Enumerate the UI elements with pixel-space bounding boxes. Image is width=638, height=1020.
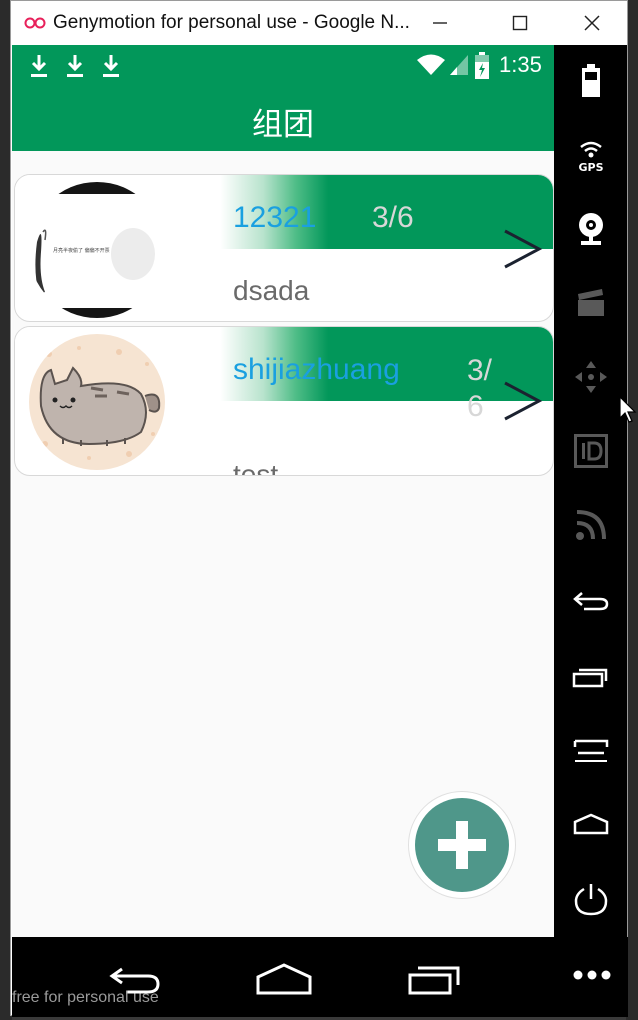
svg-text:GPS: GPS <box>578 161 603 173</box>
close-icon <box>584 15 600 31</box>
genymotion-toolbar: GPS <box>554 45 627 937</box>
watermark-text: free for personal use <box>12 989 159 1006</box>
download-icon <box>103 55 119 77</box>
power-button[interactable] <box>554 869 627 929</box>
home-icon[interactable] <box>254 957 314 997</box>
rss-icon <box>575 510 606 540</box>
download-icon <box>67 55 83 77</box>
app-bar: 组团 <box>12 87 554 151</box>
status-bar: 1:35 <box>12 45 554 87</box>
recents-icon[interactable] <box>404 957 464 997</box>
fab-circle <box>415 798 509 892</box>
page-title: 组团 <box>252 107 314 143</box>
genymotion-logo-icon <box>24 17 46 29</box>
status-time: 1:35 <box>499 52 542 77</box>
group-description: dsada <box>233 275 310 306</box>
webcam-widget-button[interactable] <box>554 199 627 259</box>
genymotion-window: Genymotion for personal use - Google N..… <box>10 0 628 1017</box>
add-icon <box>438 821 486 869</box>
gps-icon: GPS <box>578 141 603 173</box>
group-card[interactable]: 月亮半夜偷了 偏偏不开票 12321 3/6 dsada <box>14 174 554 322</box>
back-button[interactable] <box>554 571 627 631</box>
window-titlebar: Genymotion for personal use - Google N..… <box>11 1 627 45</box>
gps-widget-button[interactable]: GPS <box>554 125 627 185</box>
signal-icon <box>450 55 468 75</box>
group-member-count: 3/6 <box>372 201 414 234</box>
capture-widget-button[interactable] <box>554 273 627 333</box>
close-button[interactable] <box>561 1 623 45</box>
chevron-right-icon[interactable] <box>501 227 545 271</box>
avatar-caption: 月亮半夜偷了 偏偏不开票 <box>53 247 110 254</box>
minimize-icon <box>433 22 447 24</box>
group-card[interactable]: shijiazhuang 3/ 6 test <box>14 326 554 476</box>
home-icon <box>573 813 608 835</box>
id-icon <box>573 434 608 468</box>
power-icon <box>574 884 607 916</box>
back-icon <box>572 592 608 611</box>
group-description: test <box>233 459 279 476</box>
battery-icon <box>581 64 600 97</box>
group-name: shijiazhuang <box>233 353 400 386</box>
minimize-button[interactable] <box>409 1 471 45</box>
menu-button[interactable] <box>554 721 627 781</box>
capture-icon <box>577 289 604 316</box>
menu-icon <box>573 739 608 762</box>
mouse-cursor-icon <box>619 396 637 423</box>
device-id-widget-button[interactable] <box>554 421 627 481</box>
wifi-icon <box>417 54 445 75</box>
maximize-button[interactable] <box>489 1 551 45</box>
group-avatar <box>29 334 165 470</box>
maximize-icon <box>512 15 528 31</box>
add-group-button[interactable] <box>408 791 516 899</box>
chevron-right-icon[interactable] <box>501 379 545 423</box>
group-name: 12321 <box>233 201 317 234</box>
home-button[interactable] <box>554 795 627 855</box>
download-icon <box>31 55 47 77</box>
phone-screen: 1:35 组团 月亮半夜偷了 偏偏不开票 12321 3/6 dsada shi… <box>12 45 554 937</box>
webcam-icon <box>578 213 603 245</box>
battery-icon <box>475 52 489 79</box>
pusheen-avatar-image <box>29 334 165 470</box>
recent-apps-button[interactable] <box>554 647 627 707</box>
android-nav-bar: free for personal use <box>12 937 628 1017</box>
window-title: Genymotion for personal use - Google N..… <box>53 12 410 33</box>
avatar-image: 月亮半夜偷了 偏偏不开票 <box>29 182 165 318</box>
more-icon[interactable] <box>572 965 612 985</box>
network-widget-button[interactable] <box>554 495 627 555</box>
dpad-widget-button[interactable] <box>554 347 627 407</box>
dpad-icon <box>574 361 607 393</box>
group-avatar: 月亮半夜偷了 偏偏不开票 <box>29 182 165 318</box>
battery-widget-button[interactable] <box>554 51 627 111</box>
recents-icon <box>572 668 607 688</box>
